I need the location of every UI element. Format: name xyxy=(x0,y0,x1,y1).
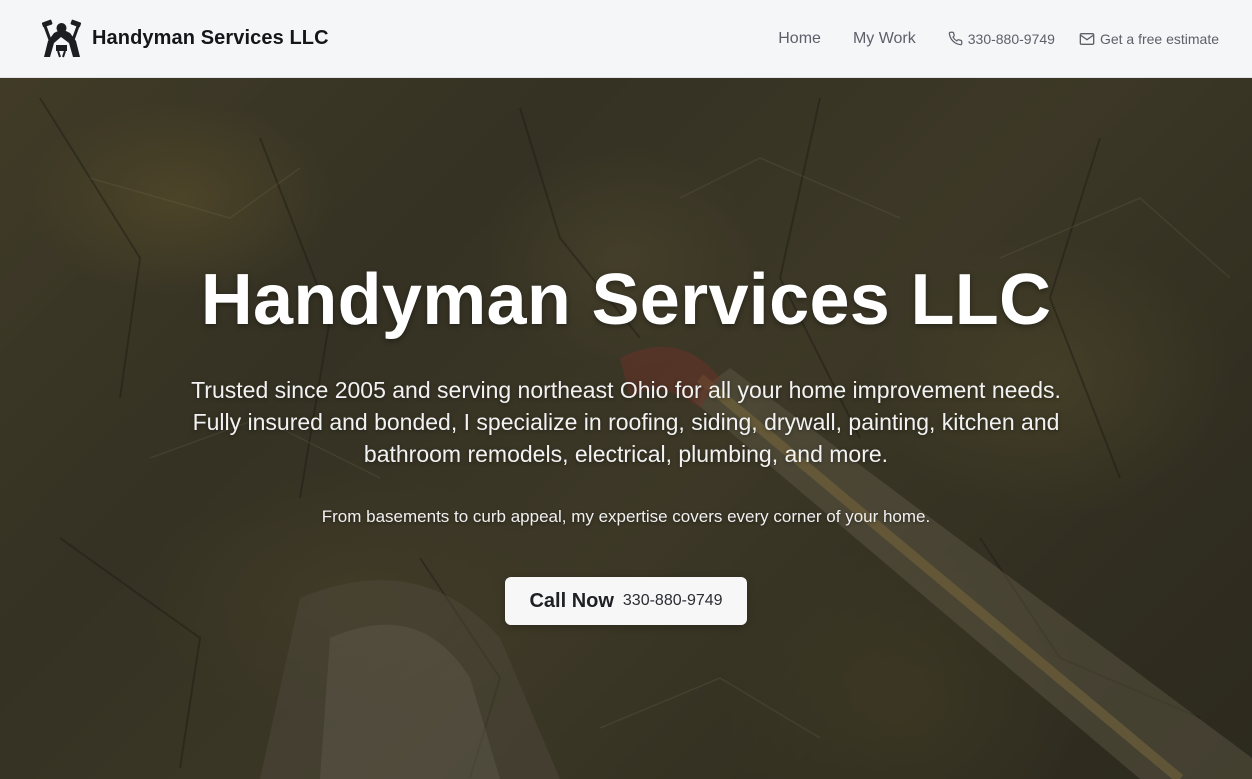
nav-my-work-link[interactable]: My Work xyxy=(853,30,916,48)
mail-icon xyxy=(1079,32,1095,45)
call-now-label: Call Now xyxy=(529,589,614,612)
header-phone-link[interactable]: 330-880-9749 xyxy=(948,31,1055,47)
brand-link[interactable]: Handyman Services LLC xyxy=(36,19,329,59)
hero-lead-text: Trusted since 2005 and serving northeast… xyxy=(191,377,1061,468)
hero-title: Handyman Services LLC xyxy=(200,260,1052,340)
hero-subtext: From basements to curb appeal, my expert… xyxy=(321,507,931,527)
call-now-button[interactable]: Call Now 330-880-9749 xyxy=(505,577,747,626)
brand-name: Handyman Services LLC xyxy=(92,27,329,49)
nav-home-link[interactable]: Home xyxy=(778,30,821,48)
phone-icon xyxy=(948,31,963,46)
header-estimate-label: Get a free estimate xyxy=(1099,30,1219,47)
site-header: Handyman Services LLC Home My Work 330-8… xyxy=(0,0,1252,78)
hero-content: Handyman Services LLC Trusted since 2005… xyxy=(0,78,1252,779)
header-estimate-link[interactable]: Get a free estimate xyxy=(1079,31,1219,47)
main-nav: Home My Work 330-880-9749 Get a free est… xyxy=(778,30,1219,48)
handyman-logo-icon xyxy=(41,19,82,57)
call-now-phone: 330-880-9749 xyxy=(622,592,723,610)
hero-section: Handyman Services LLC Trusted since 2005… xyxy=(0,78,1252,779)
header-phone-label: 330-880-9749 xyxy=(967,30,1055,47)
